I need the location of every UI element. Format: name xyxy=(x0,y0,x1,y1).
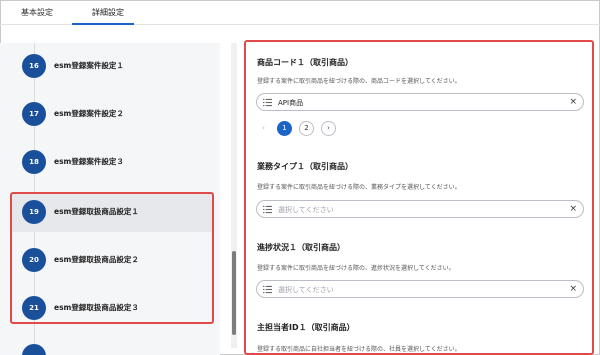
progress-status-placeholder: 選択してください xyxy=(278,286,334,294)
tab-basic-settings[interactable]: 基本設定 xyxy=(21,7,53,25)
pagination-next-button[interactable]: › xyxy=(321,121,336,136)
section-desc-business-type: 登録する案件に取引商品を紐づける際の、業務タイプを選択してください。 xyxy=(257,184,461,191)
product-code-value: API商品 xyxy=(278,99,304,107)
section-title-main-staff-id: 主担当者ID１（取引商品） xyxy=(257,323,355,332)
section-desc-progress-status: 登録する案件に取引商品を紐づける際の、進捗状況を選択してください。 xyxy=(257,265,455,272)
active-tab-indicator xyxy=(72,23,134,25)
product-code-select[interactable]: API商品 × xyxy=(256,93,584,111)
list-icon xyxy=(263,205,272,214)
pagination-page-1[interactable]: 1 xyxy=(277,121,292,136)
pagination-prev-button[interactable]: ‹ xyxy=(256,121,271,136)
step-number-badge: 18 xyxy=(22,150,46,174)
highlight-box-left xyxy=(10,192,214,324)
step-number-badge: 17 xyxy=(22,102,46,126)
clear-icon[interactable]: × xyxy=(569,283,577,295)
business-type-select[interactable]: 選択してください × xyxy=(256,200,584,218)
tab-bar: 基本設定 詳細設定 xyxy=(0,0,600,25)
step-label: esm登録案件設定１ xyxy=(54,61,124,70)
pagination-page-2[interactable]: 2 xyxy=(299,121,314,136)
step-label: esm登録案件設定２ xyxy=(54,109,124,118)
clear-icon[interactable]: × xyxy=(569,96,577,108)
scrollbar-thumb[interactable] xyxy=(232,251,236,335)
step-item-18[interactable]: 18 esm登録案件設定３ xyxy=(12,142,212,182)
step-item-16[interactable]: 16 esm登録案件設定１ xyxy=(12,46,212,86)
step-item-17[interactable]: 17 esm登録案件設定２ xyxy=(12,94,212,134)
business-type-placeholder: 選択してください xyxy=(278,206,334,214)
step-number-badge: 16 xyxy=(22,54,46,78)
progress-status-select[interactable]: 選択してください × xyxy=(256,280,584,298)
highlight-box-right xyxy=(244,40,594,355)
section-title-business-type: 業務タイプ１（取引商品） xyxy=(257,162,353,171)
section-desc-main-staff-id: 登録する取引商品に自社担当者を紐づける際の、社員を選択してください。 xyxy=(257,346,461,353)
section-desc-product-code: 登録する案件に取引商品を紐づける際の、商品コードを選択してください。 xyxy=(257,78,461,85)
clear-icon[interactable]: × xyxy=(569,203,577,215)
section-title-product-code: 商品コード１（取引商品） xyxy=(257,58,353,67)
section-title-progress-status: 進捗状況１（取引商品） xyxy=(257,243,345,252)
list-icon xyxy=(263,98,272,107)
step-label: esm登録案件設定３ xyxy=(54,157,124,166)
list-icon xyxy=(263,285,272,294)
